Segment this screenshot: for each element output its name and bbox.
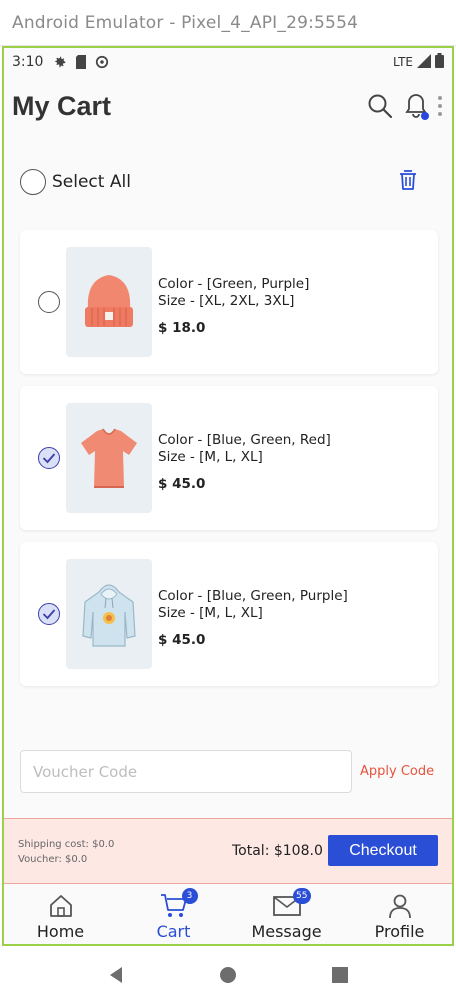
settings-status-icon: [53, 55, 67, 69]
beanie-icon: [85, 275, 133, 327]
apply-code-button[interactable]: Apply Code: [360, 764, 434, 779]
home-system-button[interactable]: [219, 966, 237, 988]
checkout-button[interactable]: Checkout: [328, 835, 438, 866]
select-all-checkbox[interactable]: [20, 169, 46, 195]
item-details: Color - [Blue, Green, Red] Size - [M, L,…: [158, 432, 331, 493]
item-details: Color - [Blue, Green, Purple] Size - [M,…: [158, 588, 348, 649]
voucher-field[interactable]: [20, 750, 352, 793]
product-image-t-shirt: [66, 403, 152, 513]
check-icon: [42, 609, 56, 620]
nav-message[interactable]: 55 Message: [230, 884, 343, 944]
item-size: Size - [M, L, XL]: [158, 605, 263, 621]
item-price: $ 45.0: [158, 476, 206, 492]
more-vertical-icon: [438, 96, 442, 116]
mail-icon: 55: [272, 888, 311, 920]
cart-count-badge: 3: [181, 888, 198, 904]
item-color: Color - [Blue, Green, Purple]: [158, 588, 348, 604]
select-all-label: Select All: [52, 172, 131, 192]
order-total: Total: $108.0: [232, 843, 323, 859]
recents-square-icon: [332, 966, 348, 983]
item-color: Color - [Blue, Green, Red]: [158, 432, 331, 448]
item-details: Color - [Green, Purple] Size - [XL, 2XL,…: [158, 276, 309, 337]
shipping-cost: Shipping cost: $0.0: [18, 839, 115, 850]
status-time: 3:10: [12, 54, 44, 70]
nav-home-label: Home: [36, 922, 85, 941]
item-checkbox[interactable]: [38, 447, 60, 469]
back-button[interactable]: [107, 966, 125, 988]
emulator-title-bar: Android Emulator - Pixel_4_API_29:5554: [0, 0, 456, 46]
nav-home[interactable]: Home: [4, 884, 117, 944]
t-shirt-icon: [81, 428, 137, 488]
battery-icon: [435, 53, 444, 71]
sd-card-status-icon: [75, 55, 87, 69]
nav-profile-label: Profile: [374, 922, 425, 941]
item-size: Size - [XL, 2XL, 3XL]: [158, 293, 295, 309]
app-bar-actions: [366, 92, 444, 120]
sync-status-icon: [95, 55, 109, 69]
more-options-button[interactable]: [436, 94, 444, 118]
nav-profile[interactable]: Profile: [343, 884, 452, 944]
home-icon: [48, 892, 74, 920]
system-navigation-bar: [0, 948, 456, 1005]
item-color: Color - [Green, Purple]: [158, 276, 310, 292]
cart-item[interactable]: Color - [Green, Purple] Size - [XL, 2XL,…: [20, 230, 438, 374]
notifications-button[interactable]: [404, 92, 429, 120]
status-right: LTE: [393, 53, 444, 71]
notification-dot: [421, 112, 429, 120]
user-icon: [387, 892, 413, 920]
hoodie-icon: [82, 584, 136, 647]
cart-item[interactable]: Color - [Blue, Green, Purple] Size - [M,…: [20, 542, 438, 686]
voucher-discount: Voucher: $0.0: [18, 854, 88, 865]
order-summary: Shipping cost: $0.0 Voucher: $0.0 Total:…: [4, 818, 452, 884]
device-screen: 3:10 LTE My Cart Select All Color - [Gre…: [2, 46, 454, 946]
item-price: $ 18.0: [158, 320, 206, 336]
app-bar: My Cart: [4, 76, 452, 136]
item-checkbox[interactable]: [38, 291, 60, 313]
network-type: LTE: [393, 55, 413, 69]
cart-icon: 3: [160, 888, 198, 920]
select-all-row: Select All: [4, 148, 452, 216]
delete-button[interactable]: [398, 169, 418, 195]
search-button[interactable]: [366, 92, 394, 120]
voucher-input[interactable]: [33, 751, 339, 792]
product-image-beanie: [66, 247, 152, 357]
cart-item[interactable]: Color - [Blue, Green, Red] Size - [M, L,…: [20, 386, 438, 530]
product-image-hoodie: [66, 559, 152, 669]
check-icon: [42, 453, 56, 464]
item-price: $ 45.0: [158, 632, 206, 648]
signal-icon: [417, 53, 431, 71]
home-circle-icon: [220, 966, 236, 983]
nav-message-label: Message: [251, 922, 322, 941]
cost-breakdown: Shipping cost: $0.0 Voucher: $0.0: [18, 837, 114, 867]
trash-icon: [400, 170, 416, 190]
item-size: Size - [M, L, XL]: [158, 449, 263, 465]
nav-cart-label: Cart: [156, 922, 191, 941]
emulator-title: Android Emulator - Pixel_4_API_29:5554: [12, 12, 359, 33]
recents-button[interactable]: [331, 966, 349, 988]
status-bar: 3:10 LTE: [4, 48, 452, 76]
page-title: My Cart: [12, 90, 112, 121]
search-icon: [368, 94, 393, 119]
item-checkbox[interactable]: [38, 603, 60, 625]
back-triangle-icon: [110, 966, 122, 983]
nav-cart[interactable]: 3 Cart: [117, 884, 230, 944]
bottom-navigation: Home 3 Cart 55 Message Profile: [4, 884, 452, 944]
message-count-badge: 55: [293, 888, 311, 904]
